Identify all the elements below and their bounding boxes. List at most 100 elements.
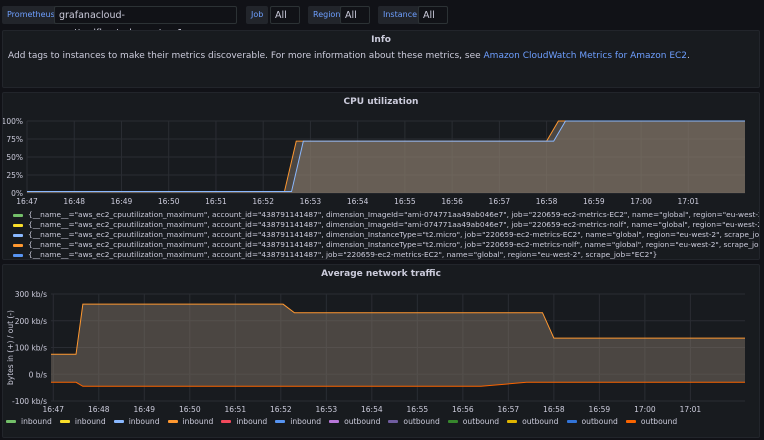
x-tick-label: 16:57 <box>489 197 511 206</box>
legend-item[interactable]: inbound <box>59 417 106 426</box>
legend-item[interactable]: outbound <box>507 417 559 426</box>
legend-item[interactable]: inbound <box>221 417 267 426</box>
x-tick-label: 17:01 <box>680 405 702 414</box>
legend-label: outbound <box>640 417 678 426</box>
network-legend: inbound inbound inbound inbound inbound inbou… <box>6 417 685 426</box>
legend-swatch <box>167 420 178 423</box>
x-tick-label: 17:00 <box>630 197 652 206</box>
region-select[interactable]: All▼ <box>340 6 370 38</box>
legend-item[interactable]: inbound <box>6 417 52 426</box>
x-tick-label: 16:53 <box>300 197 322 206</box>
y-tick-label: 50% <box>6 153 23 162</box>
legend-swatch <box>13 243 23 247</box>
y-axis-label: bytes in (+) / out (-) <box>6 310 15 385</box>
x-tick-label: 16:56 <box>452 405 474 414</box>
legend-swatch <box>13 233 23 237</box>
legend-swatch <box>329 420 340 423</box>
job-select[interactable]: All▼ <box>270 6 300 38</box>
legend-item[interactable]: inbound <box>167 417 214 426</box>
network-traffic-chart[interactable]: -100 kb/s0 b/s100 kb/s200 kb/s300 kb/s16… <box>3 265 760 438</box>
x-tick-label: 16:54 <box>361 405 383 414</box>
legend-label: inbound <box>290 417 322 426</box>
legend-label: inbound <box>182 417 214 426</box>
legend-label: {__name__="aws_ec2_cpuutilization_maximu… <box>28 250 658 259</box>
legend-item[interactable]: outbound <box>388 417 440 426</box>
cloudwatch-docs-link[interactable]: Amazon CloudWatch Metrics for Amazon EC2 <box>484 51 688 61</box>
legend-swatch <box>6 420 16 423</box>
x-tick-label: 16:59 <box>589 405 611 414</box>
legend-label: outbound <box>344 417 381 426</box>
x-tick-label: 16:57 <box>498 405 520 414</box>
legend-swatch <box>625 420 636 423</box>
legend-swatch <box>13 223 23 227</box>
x-tick-label: 16:52 <box>252 197 274 206</box>
x-tick-label: 16:47 <box>42 405 64 414</box>
legend-item[interactable]: outbound <box>447 417 500 426</box>
legend-label: outbound <box>581 417 618 426</box>
y-tick-label: 0 b/s <box>29 370 47 379</box>
legend-label: {__name__="aws_ec2_cpuutilization_maximu… <box>28 230 760 239</box>
job-value: All <box>275 10 287 21</box>
x-tick-label: 16:55 <box>407 405 429 414</box>
instance-label: Instance <box>378 6 423 24</box>
x-tick-label: 16:48 <box>63 197 85 206</box>
x-tick-label: 17:01 <box>678 197 700 206</box>
instance-select[interactable]: All▼ <box>418 6 448 38</box>
network-traffic-panel: Average network traffic -100 kb/s 0 b/s 10… <box>2 264 760 438</box>
legend-swatch <box>221 420 232 423</box>
info-description: Add tags to instances to make their metr… <box>8 51 484 61</box>
legend-swatch <box>275 420 286 423</box>
legend-item[interactable]: {__name__="aws_ec2_cpuutilization_maximu… <box>13 230 760 240</box>
legend-swatch <box>13 213 23 217</box>
y-tick-label: 75% <box>6 135 23 144</box>
legend-swatch <box>113 420 124 423</box>
legend-item[interactable]: inbound <box>275 417 321 426</box>
x-tick-label: 16:50 <box>158 197 180 206</box>
series-area <box>51 304 745 375</box>
info-text: Add tags to instances to make their metr… <box>8 51 690 61</box>
job-label: Job <box>246 6 269 24</box>
x-tick-label: 16:49 <box>133 405 155 414</box>
legend-swatch <box>507 420 518 423</box>
x-tick-label: 16:53 <box>316 405 338 414</box>
instance-value: All <box>423 10 435 21</box>
series-area <box>51 374 745 387</box>
legend-label: {__name__="aws_ec2_cpuutilization_maximu… <box>28 240 760 249</box>
x-tick-label: 16:58 <box>543 405 565 414</box>
x-tick-label: 16:51 <box>224 405 246 414</box>
legend-label: inbound <box>128 417 160 426</box>
x-tick-label: 16:58 <box>536 197 558 206</box>
legend-item[interactable]: {__name__="aws_ec2_cpuutilization_maximu… <box>13 250 759 259</box>
x-tick-label: 16:54 <box>347 197 369 206</box>
legend-swatch <box>13 253 23 257</box>
x-tick-label: 16:50 <box>179 405 201 414</box>
legend-swatch <box>59 420 70 423</box>
x-tick-label: 16:51 <box>205 197 227 206</box>
legend-swatch <box>447 420 458 423</box>
x-tick-label: 16:48 <box>88 405 110 414</box>
x-tick-label: 16:52 <box>270 405 292 414</box>
datasource-label: Prometheus <box>2 6 60 24</box>
legend-item[interactable]: inbound <box>113 417 160 426</box>
legend-label: outbound <box>403 417 440 426</box>
legend-swatch <box>388 420 399 423</box>
legend-item[interactable]: {__name__="aws_ec2_cpuutilization_maximu… <box>13 210 759 220</box>
legend-item[interactable]: {__name__="aws_ec2_cpuutilization_maximu… <box>13 220 759 230</box>
cpu-utilization-panel: CPU utilization 0% 25% 50% 75% 100% 16:47 16:4… <box>2 92 760 260</box>
x-tick-label: 16:59 <box>583 197 605 206</box>
x-tick-label: 16:49 <box>111 197 133 206</box>
legend-item[interactable]: outbound <box>625 417 678 426</box>
legend-label: {__name__="aws_ec2_cpuutilization_maximu… <box>28 220 759 229</box>
legend-label: outbound <box>522 417 559 426</box>
datasource-select[interactable]: grafanacloud-mattnolfhostedexporters1-pr… <box>54 6 237 39</box>
x-tick-label: 16:47 <box>16 197 38 206</box>
y-tick-label: 100% <box>3 117 23 126</box>
legend-label: inbound <box>74 417 106 426</box>
y-tick-label: 200 kb/s <box>15 317 47 326</box>
legend-label: outbound <box>462 417 500 426</box>
legend-item[interactable]: outbound <box>566 417 618 426</box>
legend-item[interactable]: outbound <box>329 417 380 426</box>
legend-item[interactable]: {__name__="aws_ec2_cpuutilization_maximu… <box>13 240 760 250</box>
cpu-legend: {__name__="aws_ec2_cpuutilization_maximu… <box>13 210 760 259</box>
legend-label: {__name__="aws_ec2_cpuutilization_maximu… <box>28 210 759 219</box>
